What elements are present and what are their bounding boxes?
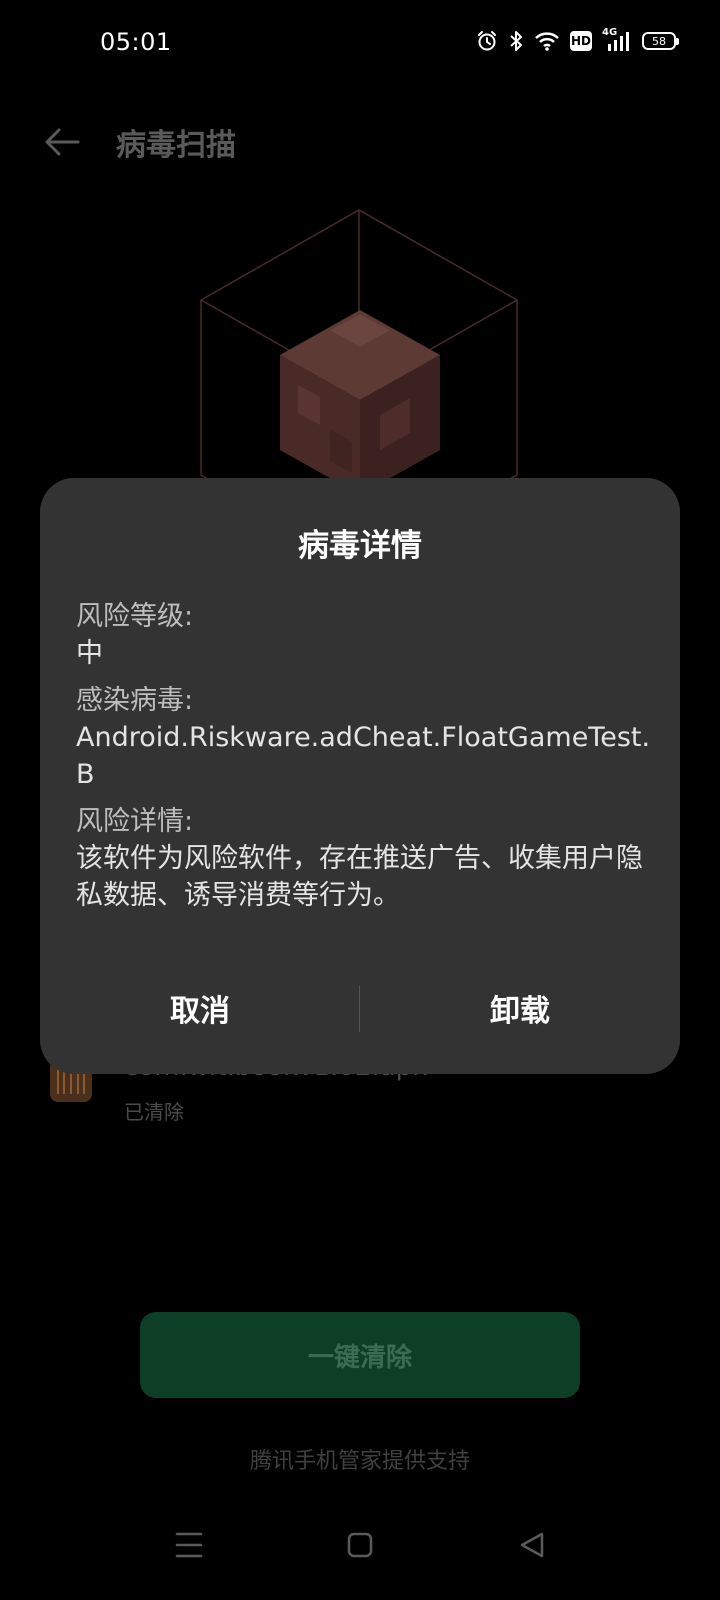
- wifi-icon: [534, 30, 560, 52]
- risk-level-label: 风险等级:: [76, 601, 194, 632]
- status-icons: HD 4G 58: [476, 27, 679, 52]
- nav-back-button[interactable]: [518, 1530, 546, 1564]
- one-key-clean-button[interactable]: 一键清除: [140, 1312, 580, 1398]
- nav-back-icon: [520, 1532, 544, 1558]
- uninstall-button[interactable]: 卸载: [360, 978, 680, 1038]
- back-arrow-icon: [45, 128, 80, 156]
- infected-virus-value: Android.Riskware.adCheat.FloatGameTest.B: [76, 722, 651, 790]
- page-title: 病毒扫描: [116, 128, 236, 163]
- bluetooth-icon: [508, 30, 524, 52]
- alarm-icon: [476, 30, 498, 52]
- virus-detail-dialog: 病毒详情 风险等级: 中 感染病毒: Android.Riskware.adCh…: [40, 478, 680, 1074]
- status-bar: 05:01 HD 4G 58: [0, 0, 720, 92]
- risk-detail-label: 风险详情:: [76, 806, 194, 837]
- hd-badge: HD: [570, 31, 592, 51]
- dialog-title: 病毒详情: [298, 528, 422, 564]
- battery-indicator: 58: [642, 32, 679, 50]
- signal-icon: 4G: [602, 27, 632, 52]
- scan-cube-illustration: [180, 205, 540, 566]
- back-button[interactable]: [42, 122, 82, 162]
- home-icon: [347, 1532, 373, 1558]
- app-status: 已清除: [124, 1100, 184, 1124]
- infected-virus-label: 感染病毒:: [76, 685, 194, 716]
- navigation-bar: [0, 1530, 720, 1580]
- risk-level-value: 中: [76, 638, 103, 669]
- risk-detail-value: 该软件为风险软件，存在推送广告、收集用户隐私数据、诱导消费等行为。: [76, 843, 643, 911]
- menu-icon: [175, 1532, 203, 1558]
- nav-home-button[interactable]: [346, 1530, 374, 1564]
- virus-scan-screen: 05:01 HD 4G 58 病毒扫描 已清除 一键清除 腾讯手机管家提供支持 …: [0, 0, 720, 1600]
- dialog-actions: 取消 卸载: [40, 978, 680, 1038]
- cancel-button[interactable]: 取消: [40, 978, 360, 1038]
- dialog-body: 风险等级: 中 感染病毒: Android.Riskware.adCheat.F…: [76, 598, 656, 914]
- support-text: 腾讯手机管家提供支持: [249, 1449, 470, 1474]
- nav-menu-button[interactable]: [175, 1530, 203, 1564]
- status-time: 05:01: [100, 28, 172, 56]
